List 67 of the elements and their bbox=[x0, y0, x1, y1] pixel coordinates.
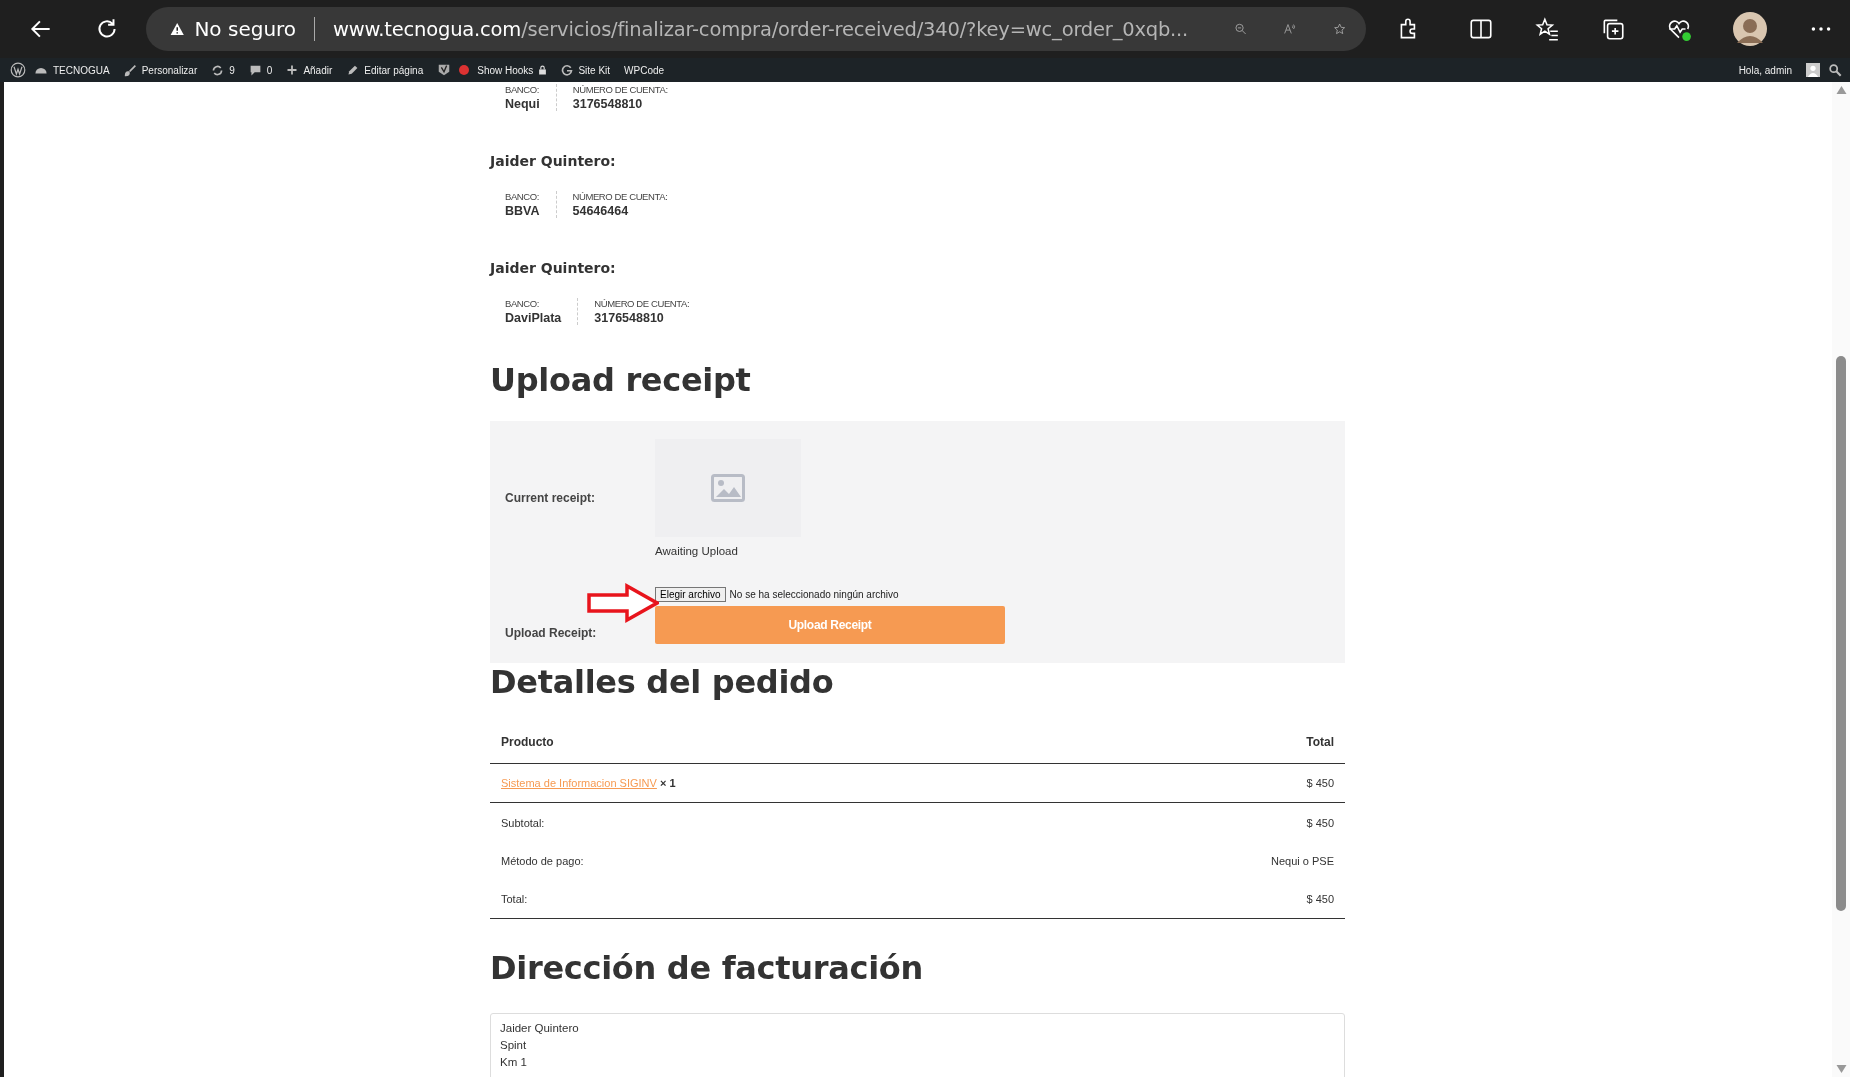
wordpress-icon[interactable] bbox=[10, 62, 26, 78]
shield-icon[interactable] bbox=[437, 63, 452, 77]
admin-bar-item[interactable]: Site Kit bbox=[561, 64, 611, 76]
table-cell: Subtotal: bbox=[501, 817, 545, 829]
search-icon[interactable] bbox=[1828, 63, 1842, 77]
column-header: Producto bbox=[490, 721, 1087, 764]
g-icon bbox=[561, 64, 574, 76]
scroll-up-icon[interactable] bbox=[1835, 86, 1847, 94]
table-cell: $ 450 bbox=[1306, 777, 1334, 789]
bank-label: BANCO: bbox=[505, 84, 540, 95]
status-dot-icon[interactable] bbox=[459, 65, 470, 75]
account-menu[interactable]: Hola, admin bbox=[1738, 64, 1792, 76]
admin-bar-item[interactable]: 9 bbox=[211, 63, 235, 77]
choose-file-button[interactable]: Elegir archivo bbox=[655, 587, 726, 602]
address-line: Km 1 bbox=[500, 1056, 528, 1068]
bank-name: Nequi bbox=[505, 97, 540, 111]
plus-icon bbox=[286, 64, 299, 76]
pencil-icon bbox=[346, 63, 360, 77]
receipt-status: Awaiting Upload bbox=[655, 545, 739, 557]
section-heading: Dirección de facturación bbox=[490, 949, 925, 987]
admin-bar-item[interactable]: Personalizar bbox=[123, 63, 198, 77]
account-number-label: NÚMERO DE CUENTA: bbox=[594, 298, 690, 309]
brush-icon bbox=[123, 63, 137, 77]
url-text[interactable]: www.tecnogua.com/servicios/finalizar-compra/order-received/340/?key=wc_order_0xqb... bbox=[332, 17, 1189, 41]
image-icon bbox=[711, 474, 745, 502]
bank-label: BANCO: bbox=[505, 298, 541, 309]
address-line: Jaider Quintero bbox=[500, 1022, 580, 1034]
address-line: Spint bbox=[500, 1039, 528, 1051]
bank-label: BANCO: bbox=[505, 191, 540, 202]
admin-bar-item[interactable]: Añadir bbox=[286, 64, 333, 76]
field-label: Upload Receipt: bbox=[504, 625, 598, 640]
scroll-thumb[interactable] bbox=[1836, 356, 1846, 911]
account-number-label: NÚMERO DE CUENTA: bbox=[572, 191, 668, 202]
file-status: No se ha seleccionado ningún archivo bbox=[729, 589, 899, 600]
arrow-annotation bbox=[587, 583, 659, 623]
account-holder: Jaider Quintero: bbox=[490, 153, 617, 169]
bank-name: DaviPlata bbox=[505, 311, 562, 325]
table-cell: $ 450 bbox=[1306, 893, 1334, 905]
address-bar[interactable]: No seguro www.tecnogua.com/servicios/finalizar-compra/order-received/340/?key=wc_order_0xqb... bbox=[146, 7, 1366, 51]
account-number: 3176548810 bbox=[572, 97, 644, 111]
section-heading: Detalles del pedido bbox=[490, 663, 835, 701]
bank-name: BBVA bbox=[505, 204, 540, 218]
admin-bar-item[interactable]: Editar página bbox=[346, 63, 424, 77]
admin-bar-item[interactable]: WPCode bbox=[624, 64, 665, 76]
comment-icon bbox=[248, 63, 262, 77]
account-number: 54646464 bbox=[572, 204, 630, 218]
table-cell: $ 450 bbox=[1306, 817, 1334, 829]
scroll-down-icon[interactable] bbox=[1835, 1065, 1847, 1073]
account-number-label: NÚMERO DE CUENTA: bbox=[572, 84, 668, 95]
lock-icon bbox=[538, 65, 548, 75]
field-label: Current receipt: bbox=[504, 491, 597, 505]
table-cell: Método de pago: bbox=[501, 855, 584, 867]
column-header: Total bbox=[1086, 721, 1345, 764]
site-menu[interactable]: TECNOGUA bbox=[34, 63, 110, 77]
security-label[interactable]: No seguro bbox=[194, 17, 297, 41]
admin-bar-item[interactable]: Show Hooks bbox=[477, 64, 548, 76]
section-heading: Upload receipt bbox=[490, 361, 752, 399]
table-cell: Nequi o PSE bbox=[1271, 855, 1334, 867]
table-cell: Total: bbox=[501, 893, 528, 905]
account-number: 3176548810 bbox=[594, 311, 665, 325]
profile-avatar[interactable] bbox=[1732, 11, 1768, 47]
account-holder: Jaider Quintero: bbox=[490, 260, 617, 276]
refresh-icon bbox=[211, 63, 225, 77]
product-quantity: × 1 bbox=[659, 777, 676, 789]
admin-bar-item[interactable]: 0 bbox=[248, 63, 273, 77]
favorites-icon[interactable] bbox=[1534, 16, 1560, 42]
scrollbar[interactable] bbox=[1832, 82, 1850, 1077]
